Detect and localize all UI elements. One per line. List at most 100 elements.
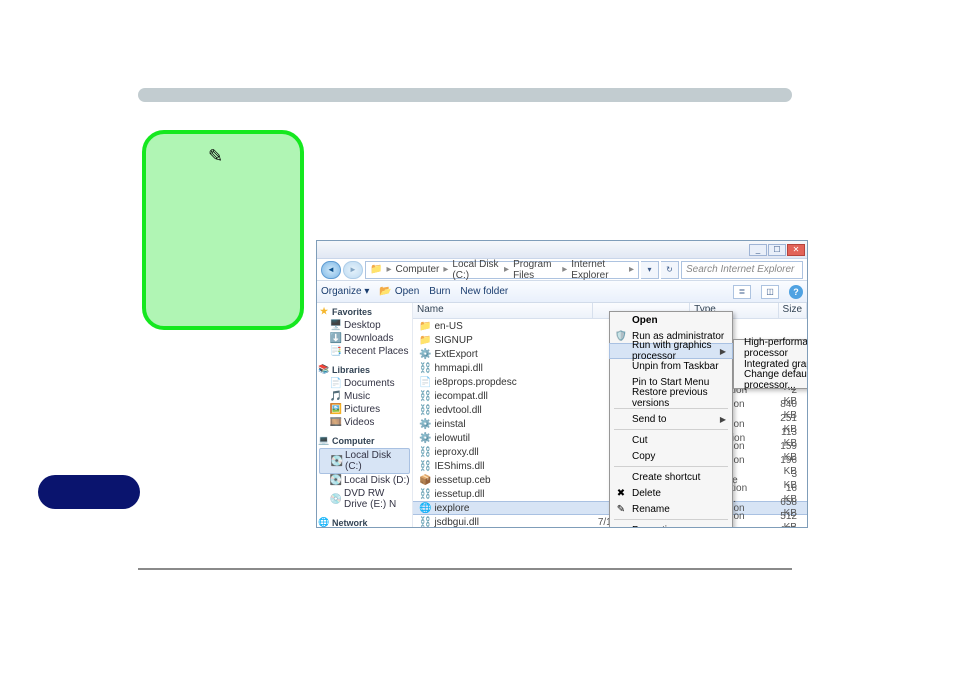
col-size[interactable]: Size [779, 303, 807, 318]
menu-item-label: Rename [632, 504, 670, 515]
pencil-icon: ✎ [208, 146, 223, 167]
computer-header[interactable]: 💻 Computer [319, 435, 410, 446]
libraries-header[interactable]: 📚 Libraries [319, 364, 410, 375]
star-icon: ★ [319, 306, 329, 317]
crumb[interactable]: Internet Explorer [571, 259, 625, 281]
menu-item[interactable]: Properties [610, 522, 732, 527]
file-name: hmmapi.dll [434, 363, 482, 374]
new-folder-button[interactable]: New folder [460, 286, 508, 297]
file-name: IEShims.dll [434, 461, 484, 472]
help-button[interactable]: ? [789, 285, 803, 299]
file-name: SIGNUP [434, 335, 472, 346]
forward-button[interactable]: ► [343, 261, 363, 279]
file-icon: 🌐 [419, 503, 431, 514]
nav-item-icon: 💽 [332, 456, 342, 467]
nav-item[interactable]: 🎵Music [319, 390, 410, 403]
menu-item[interactable]: ✎ Rename [610, 501, 732, 517]
menu-item[interactable]: Unpin from Taskbar [610, 358, 732, 374]
burn-button[interactable]: Burn [429, 286, 450, 297]
crumb[interactable]: Program Files [513, 259, 558, 281]
crumb[interactable]: Local Disk (C:) [452, 259, 500, 281]
file-icon: ⛓️ [419, 489, 431, 500]
titlebar: _ ☐ ✕ [317, 241, 807, 259]
menu-item-label: Delete [632, 488, 661, 499]
menu-item-label: Open [632, 315, 658, 326]
menu-item[interactable]: Cut [610, 432, 732, 448]
view-button[interactable]: ≣ [733, 285, 751, 299]
file-name: iessetup.ceb [434, 475, 490, 486]
header-bar [138, 88, 792, 102]
col-name[interactable]: Name [413, 303, 593, 318]
menu-item[interactable]: ✖Delete [610, 485, 732, 501]
file-icon: 📁 [419, 321, 431, 332]
file-name: iedvtool.dll [434, 405, 481, 416]
menu-separator [614, 429, 728, 430]
address-bar: ◄ ► 📁 ▸ Computer ▸ Local Disk (C:) ▸ Pro… [317, 259, 807, 281]
minimize-button[interactable]: _ [749, 244, 767, 256]
menu-separator [614, 466, 728, 467]
file-name: iecompat.dll [434, 391, 487, 402]
nav-item[interactable]: 💽Local Disk (D:) [319, 474, 410, 487]
nav-pane: ★ Favorites 🖥️Desktop⬇️Downloads📑Recent … [317, 303, 413, 527]
nav-item-icon: 🖥️ [331, 320, 341, 331]
menu-item[interactable]: Copy [610, 448, 732, 464]
nav-item[interactable]: 🖥️Desktop [319, 319, 410, 332]
navy-pill [38, 475, 140, 509]
maximize-button[interactable]: ☐ [768, 244, 786, 256]
toolbar: Organize ▾ 📂Open Burn New folder ≣ ◫ ? [317, 281, 807, 303]
folder-icon: 📁 [370, 264, 382, 275]
nav-item-label: Local Disk (D:) [344, 475, 410, 486]
submenu-item[interactable]: Change default graphics processor... [734, 372, 807, 388]
nav-item[interactable]: 📑Recent Places [319, 345, 410, 358]
file-name: ieinstal [434, 419, 465, 430]
menu-item-icon: 🛡️ [614, 331, 628, 342]
nav-item[interactable]: 💽Local Disk (C:) [319, 448, 410, 474]
nav-item-icon: 📑 [331, 346, 341, 357]
search-input[interactable]: Search Internet Explorer [681, 261, 803, 279]
close-button[interactable]: ✕ [787, 244, 805, 256]
breadcrumb[interactable]: 📁 ▸ Computer ▸ Local Disk (C:) ▸ Program… [365, 261, 639, 279]
go-dropdown[interactable]: ▾ [641, 261, 659, 279]
divider [138, 568, 792, 570]
nav-item[interactable]: 🎞️Videos [319, 416, 410, 429]
file-icon: 📁 [419, 335, 431, 346]
network-header[interactable]: 🌐 Network [319, 517, 410, 527]
refresh-button[interactable]: ↻ [661, 261, 679, 279]
file-name: jsdbgui.dll [434, 517, 478, 528]
file-name: ExtExport [434, 349, 477, 360]
menu-item[interactable]: Open [610, 312, 732, 328]
nav-item-icon: 💿 [331, 494, 341, 505]
nav-item[interactable]: ⬇️Downloads [319, 332, 410, 345]
libraries-icon: 📚 [319, 364, 329, 375]
submenu-item[interactable]: High-performance NVIDIA processor [734, 340, 807, 356]
menu-item[interactable]: Restore previous versions [610, 390, 732, 406]
menu-item-icon: ✎ [614, 504, 628, 515]
submenu-arrow-icon: ▶ [720, 415, 726, 424]
file-icon: 📄 [419, 377, 431, 388]
nav-item-icon: 💽 [331, 475, 341, 486]
submenu-arrow-icon: ▶ [720, 347, 726, 356]
menu-item[interactable]: Create shortcut [610, 469, 732, 485]
open-button[interactable]: 📂Open [379, 286, 419, 297]
menu-item[interactable]: Run with graphics processor▶ [609, 343, 733, 359]
nav-item-icon: 📄 [331, 378, 341, 389]
nav-item[interactable]: 💿DVD RW Drive (E:) N [319, 487, 410, 511]
nav-item-label: Desktop [344, 320, 381, 331]
submenu-item-label: High-performance NVIDIA processor [744, 337, 807, 359]
menu-item[interactable]: Send to▶ [610, 411, 732, 427]
menu-item-label: Pin to Start Menu [632, 377, 709, 388]
nav-item[interactable]: 📄Documents [319, 377, 410, 390]
context-menu: Open🛡️Run as administratorRun with graph… [609, 311, 733, 527]
menu-separator [614, 519, 728, 520]
nav-item[interactable]: 🖼️Pictures [319, 403, 410, 416]
file-icon: ⛓️ [419, 517, 431, 528]
favorites-header[interactable]: ★ Favorites [319, 306, 410, 317]
nav-item-label: Documents [344, 378, 395, 389]
nav-item-icon: 🎵 [331, 391, 341, 402]
crumb[interactable]: Computer [395, 264, 439, 275]
back-button[interactable]: ◄ [321, 261, 341, 279]
organize-button[interactable]: Organize ▾ [321, 286, 369, 297]
submenu-item-label: Integrated graphics (default) [744, 359, 807, 370]
file-list-area: Name Type Size 📁en-US📁SIGNUP⚙️ExtExport⛓… [413, 303, 807, 527]
preview-pane-button[interactable]: ◫ [761, 285, 779, 299]
